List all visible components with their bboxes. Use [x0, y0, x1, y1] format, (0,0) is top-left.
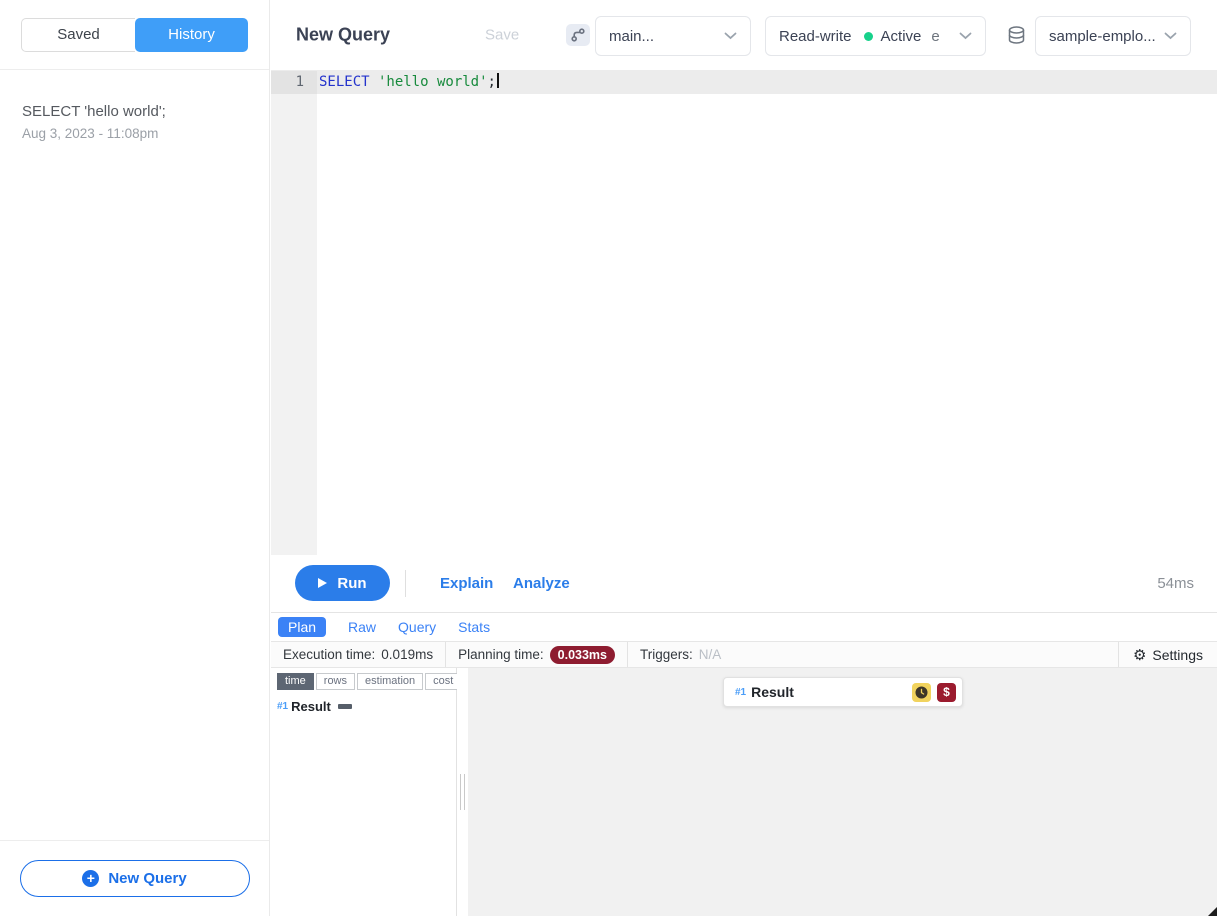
- triggers-stat: Triggers: N/A: [628, 642, 733, 667]
- editor-gutter: [271, 71, 317, 555]
- run-bar: Run Explain Analyze 54ms: [271, 555, 1217, 612]
- line-number: 1: [271, 71, 317, 94]
- sql-terminator: ;: [488, 74, 496, 90]
- connection-dropdown[interactable]: Read-write Active e: [765, 16, 986, 56]
- history-list: SELECT 'hello world'; Aug 3, 2023 - 11:0…: [0, 70, 269, 840]
- saved-history-toggle: Saved History: [21, 18, 248, 52]
- plan-outline-panel: time rows estimation cost #1 Result: [271, 668, 457, 916]
- metric-estimation-button[interactable]: estimation: [357, 673, 423, 690]
- window-resize-handle[interactable]: [1208, 907, 1217, 916]
- query-duration: 54ms: [1157, 555, 1194, 612]
- triggers-label: Triggers:: [640, 647, 693, 662]
- node-name: Result: [751, 684, 794, 700]
- gear-icon: ⚙: [1133, 646, 1146, 664]
- metric-rows-button[interactable]: rows: [316, 673, 355, 690]
- divider: [405, 570, 406, 597]
- analyze-button[interactable]: Analyze: [513, 555, 570, 612]
- tab-history[interactable]: History: [135, 18, 248, 52]
- tab-raw[interactable]: Raw: [348, 619, 376, 635]
- results-tabs: Plan Raw Query Stats: [271, 612, 1217, 641]
- new-query-button-label: New Query: [108, 870, 186, 887]
- run-button[interactable]: Run: [295, 565, 390, 601]
- topbar: New Query Save main... Read-write Active…: [271, 0, 1217, 70]
- tab-stats[interactable]: Stats: [458, 619, 490, 635]
- history-item[interactable]: SELECT 'hello world'; Aug 3, 2023 - 11:0…: [22, 103, 247, 141]
- clock-icon: [912, 683, 931, 702]
- tab-saved[interactable]: Saved: [21, 18, 135, 52]
- metric-time-button[interactable]: time: [277, 673, 314, 690]
- database-dropdown-value: sample-emplo...: [1049, 28, 1156, 45]
- execution-time-label: Execution time:: [283, 647, 375, 662]
- query-title: New Query: [296, 25, 390, 46]
- splitter-grip-icon: [460, 774, 465, 810]
- results-panel: Plan Raw Query Stats Execution time: 0.0…: [271, 612, 1217, 916]
- explain-button[interactable]: Explain: [440, 555, 493, 612]
- planning-time-label: Planning time:: [458, 647, 544, 662]
- node-name: Result: [291, 699, 331, 714]
- main-panel: New Query Save main... Read-write Active…: [271, 0, 1217, 916]
- play-icon: [318, 578, 327, 588]
- execution-time-value: 0.019ms: [381, 647, 433, 662]
- connection-status: Active: [881, 28, 922, 45]
- triggers-value: N/A: [699, 647, 722, 662]
- node-index: #1: [277, 701, 288, 712]
- panel-splitter[interactable]: [457, 668, 468, 916]
- plus-icon: +: [82, 870, 99, 887]
- editor-active-line: 1 SELECT 'hello world';: [271, 71, 1217, 94]
- planning-time-badge: 0.033ms: [550, 646, 615, 664]
- chevron-down-icon: [724, 32, 737, 40]
- metric-cost-button[interactable]: cost: [425, 673, 461, 690]
- sql-string: 'hello world': [378, 74, 488, 90]
- tab-query[interactable]: Query: [398, 619, 436, 635]
- dollar-icon: $: [937, 683, 956, 702]
- code-line-text[interactable]: SELECT 'hello world';: [317, 71, 499, 94]
- settings-label: Settings: [1152, 647, 1203, 663]
- sidebar-footer: + New Query: [0, 840, 269, 916]
- connection-mode: Read-write: [779, 28, 852, 45]
- text-cursor: [497, 73, 499, 88]
- connection-truncated-text: e: [931, 28, 939, 45]
- duration-bar: [338, 704, 352, 709]
- branch-dropdown[interactable]: main...: [595, 16, 751, 56]
- node-index: #1: [735, 687, 746, 698]
- chevron-down-icon: [1164, 32, 1177, 40]
- settings-button[interactable]: ⚙ Settings: [1118, 642, 1217, 667]
- tab-plan[interactable]: Plan: [278, 617, 326, 637]
- save-button[interactable]: Save: [485, 27, 519, 44]
- branch-dropdown-value: main...: [609, 28, 654, 45]
- plan-diagram-canvas[interactable]: #1 Result $: [468, 668, 1217, 916]
- sidebar: Saved History SELECT 'hello world'; Aug …: [0, 0, 270, 916]
- sidebar-header: Saved History: [0, 0, 269, 70]
- sql-keyword: SELECT: [319, 74, 370, 90]
- active-status-dot-icon: [864, 32, 873, 41]
- execution-time-stat: Execution time: 0.019ms: [271, 642, 446, 667]
- plan-outline-row[interactable]: #1 Result: [277, 699, 456, 714]
- database-icon: [1006, 25, 1027, 51]
- planning-time-stat: Planning time: 0.033ms: [446, 642, 628, 667]
- plan-node-result[interactable]: #1 Result $: [723, 677, 963, 707]
- branch-icon[interactable]: [566, 24, 590, 46]
- plan-metric-tabs: time rows estimation cost: [277, 673, 456, 690]
- sql-editor[interactable]: 1 SELECT 'hello world';: [271, 70, 1217, 555]
- run-button-label: Run: [337, 575, 366, 592]
- plan-body: time rows estimation cost #1 Result #1 R…: [271, 668, 1217, 916]
- history-timestamp: Aug 3, 2023 - 11:08pm: [22, 126, 247, 141]
- database-dropdown[interactable]: sample-emplo...: [1035, 16, 1191, 56]
- chevron-down-icon: [959, 32, 972, 40]
- plan-stats-bar: Execution time: 0.019ms Planning time: 0…: [271, 641, 1217, 668]
- new-query-button[interactable]: + New Query: [20, 860, 250, 897]
- history-query-text: SELECT 'hello world';: [22, 103, 247, 120]
